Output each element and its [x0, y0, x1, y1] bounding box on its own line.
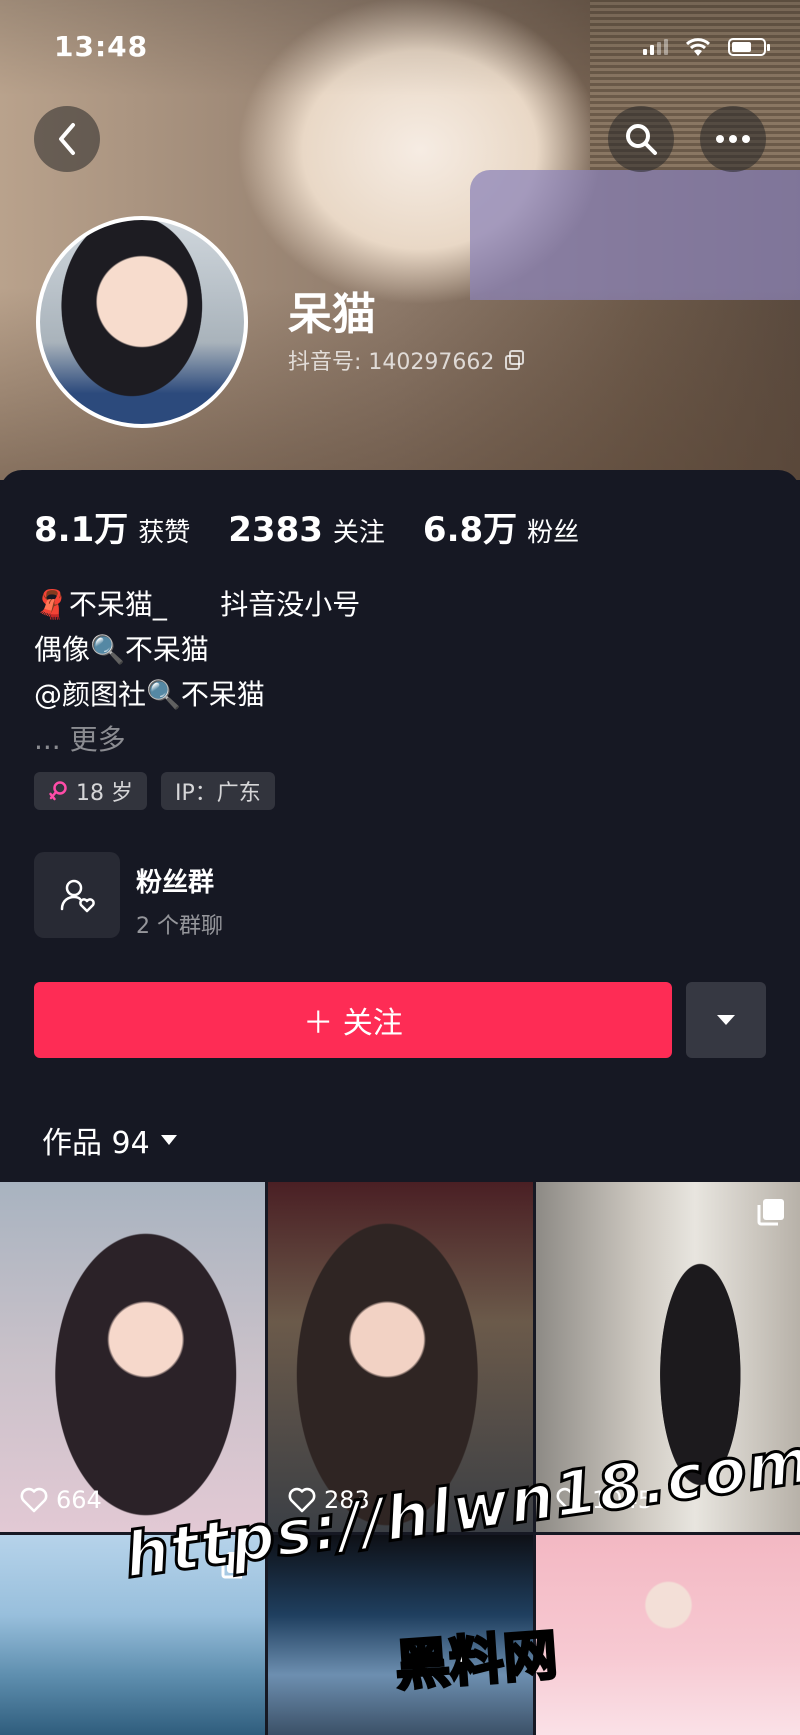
- more-dots-icon: [716, 135, 750, 143]
- avatar[interactable]: [36, 216, 248, 428]
- douyin-id: 抖音号: 140297662: [288, 344, 526, 376]
- douyin-id-text: 抖音号: 140297662: [288, 350, 495, 375]
- back-button[interactable]: [34, 106, 100, 172]
- wifi-icon: [685, 38, 711, 56]
- signal-icon: [643, 39, 668, 55]
- bio-line-2: 偶像🔍不呆猫: [34, 633, 209, 666]
- fan-group-subtitle: 2 个群聊: [136, 914, 223, 939]
- watermark-text: 黑料网: [392, 1622, 561, 1699]
- tags-row: 18 岁 IP：广东: [34, 772, 275, 810]
- female-icon: [49, 781, 67, 801]
- copy-icon[interactable]: [504, 349, 526, 371]
- follow-button[interactable]: ＋ 关注: [34, 982, 672, 1058]
- triangle-down-icon: [717, 1015, 735, 1025]
- more-options-button[interactable]: [700, 106, 766, 172]
- age-tag: 18 岁: [34, 772, 147, 810]
- search-icon: [626, 124, 657, 155]
- tab-works[interactable]: 作品 94: [42, 1118, 178, 1162]
- fan-group-icon: [60, 879, 95, 913]
- like-count: 664: [20, 1486, 102, 1514]
- stat-following[interactable]: 2383 关注: [228, 510, 385, 550]
- fan-group-title[interactable]: 粉丝群: [136, 862, 214, 899]
- video-thumbnail[interactable]: 664: [0, 1182, 265, 1532]
- bio-line-3: @颜图社🔍不呆猫: [34, 678, 265, 711]
- stats-row: 8.1万 获赞 2383 关注 6.8万 粉丝: [34, 502, 617, 551]
- bio-line-1: 🧣不呆猫_ 抖音没小号: [34, 588, 361, 621]
- bio: 🧣不呆猫_ 抖音没小号 偶像🔍不呆猫 @颜图社🔍不呆猫 ... 更多: [34, 582, 360, 762]
- profile-name: 呆猫: [288, 289, 376, 340]
- stat-likes[interactable]: 8.1万 获赞: [34, 502, 190, 551]
- status-icons: [643, 36, 770, 58]
- video-thumbnail[interactable]: [536, 1535, 800, 1735]
- battery-icon: [728, 38, 770, 56]
- multi-image-icon: [757, 1199, 784, 1226]
- recommend-dropdown-button[interactable]: [686, 982, 766, 1058]
- search-button[interactable]: [608, 106, 674, 172]
- bio-more-link[interactable]: ... 更多: [34, 717, 360, 762]
- ip-tag: IP：广东: [161, 772, 275, 810]
- heart-icon: [20, 1487, 48, 1513]
- back-arrow-icon: [59, 123, 75, 155]
- status-time: 13:48: [54, 30, 149, 63]
- fan-group-button[interactable]: [34, 852, 120, 938]
- triangle-down-icon: [160, 1135, 177, 1145]
- stat-followers[interactable]: 6.8万 粉丝: [423, 502, 579, 551]
